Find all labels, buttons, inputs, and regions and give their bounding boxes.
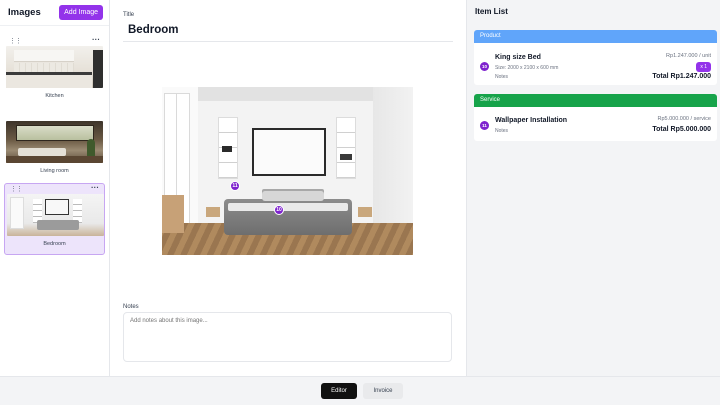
notes-label: Notes — [123, 304, 139, 310]
item-name: Wallpaper Installation — [495, 117, 568, 124]
image-card-topbar: ⋮⋮ ··· — [4, 35, 105, 46]
image-card-living-room[interactable]: Living room — [4, 111, 105, 174]
item-list-panel: Item List Product 10 King size Bed Size:… — [466, 0, 720, 376]
bedroom-thumb-bed — [37, 220, 79, 230]
photo-sheet — [228, 203, 348, 211]
item-notes: Notes — [495, 74, 509, 80]
item-number-badge: 11 — [480, 121, 489, 130]
title-input[interactable]: Bedroom — [128, 24, 178, 36]
image-label: Bedroom — [43, 241, 66, 247]
photo-dresser — [162, 195, 184, 233]
sidebar-title: Images — [8, 7, 41, 18]
bedroom-thumb-window — [10, 197, 24, 229]
bedroom-thumb-frame — [45, 199, 69, 215]
photo-shelf-right — [336, 117, 356, 179]
image-card-topbar: ⋮⋮ ··· — [5, 183, 104, 194]
item-unit-price: Rp1.247.000 / unit — [666, 53, 711, 59]
section-header-service: Service — [474, 94, 717, 107]
image-label: Living room — [40, 168, 69, 174]
item-marker[interactable]: 11 — [230, 181, 240, 191]
item-size: Size: 2000 x 2100 x 600 mm — [495, 65, 559, 71]
image-editor: Title Bedroom 11 10 Notes — [110, 0, 466, 376]
kitchen-base-cabinets — [6, 75, 92, 88]
sidebar-header: Images Add Image — [0, 0, 109, 26]
item-name: King size Bed — [495, 54, 541, 61]
tab-editor[interactable]: Editor — [321, 383, 357, 399]
item-total: Total Rp5.000.000 — [652, 126, 711, 133]
title-underline — [123, 41, 453, 42]
item-row-product[interactable]: 10 King size Bed Size: 2000 x 2100 x 600… — [474, 43, 717, 85]
photo-books-right — [340, 154, 352, 160]
drag-handle-icon[interactable]: ⋮⋮ — [10, 185, 23, 193]
image-card-topbar — [4, 111, 105, 121]
living-room-floor — [6, 156, 103, 163]
item-list-title: Item List — [475, 7, 508, 16]
bedroom-photo[interactable]: 11 10 — [162, 87, 413, 255]
item-number-badge: 10 — [480, 62, 489, 71]
item-total: Total Rp1.247.000 — [652, 73, 711, 80]
notes-textarea[interactable] — [123, 312, 452, 362]
more-options-icon[interactable]: ··· — [91, 183, 99, 192]
photo-books-left — [222, 146, 232, 152]
more-options-icon[interactable]: ··· — [92, 35, 100, 44]
living-room-window — [16, 125, 94, 141]
image-card-kitchen[interactable]: ⋮⋮ ··· Kitchen — [4, 35, 105, 99]
kitchen-cabinets — [14, 50, 74, 62]
photo-pillows — [262, 191, 324, 201]
living-room-sofa — [18, 148, 66, 156]
photo-nightstand-left — [206, 207, 220, 217]
living-room-thumbnail[interactable] — [6, 121, 103, 163]
kitchen-fridge — [93, 50, 103, 88]
bedroom-thumbnail[interactable] — [7, 194, 104, 236]
section-header-product: Product — [474, 30, 717, 43]
title-label: Title — [123, 12, 135, 18]
item-notes: Notes — [495, 128, 509, 134]
tab-invoice[interactable]: Invoice — [363, 383, 403, 399]
image-label: Kitchen — [45, 93, 64, 99]
drag-handle-icon[interactable]: ⋮⋮ — [9, 37, 22, 45]
image-sidebar: Images Add Image ⋮⋮ ··· Kitchen Living r… — [0, 0, 110, 376]
image-card-bedroom[interactable]: ⋮⋮ ··· Bedroom — [4, 183, 105, 255]
item-quantity-chip[interactable]: x 1 — [696, 62, 711, 72]
photo-nightstand-right — [358, 207, 372, 217]
bottom-tab-bar: Editor Invoice — [0, 376, 720, 405]
photo-wall-frame — [252, 128, 326, 176]
kitchen-backsplash — [14, 63, 74, 72]
kitchen-thumbnail[interactable] — [6, 46, 103, 88]
add-image-button[interactable]: Add Image — [59, 5, 103, 20]
item-row-service[interactable]: 11 Wallpaper Installation Notes Rp5.000.… — [474, 107, 717, 141]
item-unit-price: Rp5.000.000 / service — [657, 116, 711, 122]
item-marker[interactable]: 10 — [274, 205, 284, 215]
